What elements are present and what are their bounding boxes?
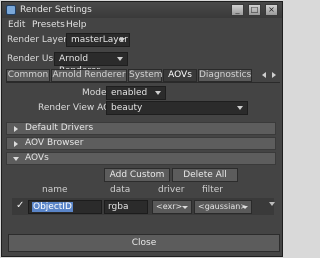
chevron-down-icon (155, 91, 161, 95)
maximize-button[interactable]: □ (248, 4, 261, 16)
tab-diagnostics[interactable]: Diagnostics (198, 69, 252, 82)
chevron-down-icon (119, 38, 125, 42)
column-header-data: data (110, 185, 131, 195)
aov-row: ✓ ObjectID rgba <exr> <gaussian> (12, 198, 275, 215)
mode-value: enabled (111, 88, 148, 98)
chevron-down-icon (117, 57, 123, 61)
menu-edit[interactable]: Edit (8, 20, 25, 30)
mode-label: Mode (82, 88, 107, 98)
aov-name-value: ObjectID (32, 202, 73, 212)
menu-help[interactable]: Help (66, 20, 87, 30)
aov-driver-dropdown[interactable]: <exr> (152, 200, 192, 214)
expand-arrow-icon (14, 126, 18, 132)
section-default-drivers[interactable]: Default Drivers (6, 122, 276, 135)
expand-arrow-icon (14, 141, 18, 147)
column-header-filter: filter (202, 185, 223, 195)
section-default-drivers-label: Default Drivers (25, 123, 94, 133)
section-aov-browser-label: AOV Browser (25, 138, 84, 148)
close-window-button[interactable]: × (265, 4, 278, 16)
section-aov-browser[interactable]: AOV Browser (6, 137, 276, 150)
tab-system[interactable]: System (128, 69, 163, 82)
mode-dropdown[interactable]: enabled (106, 86, 166, 100)
minimize-button[interactable]: _ (231, 4, 244, 16)
tab-scroll-left-icon[interactable] (262, 72, 266, 78)
add-custom-button[interactable]: Add Custom (104, 168, 170, 182)
window-title: Render Settings (20, 5, 92, 15)
render-using-dropdown[interactable]: Arnold Renderer (54, 52, 128, 76)
tab-bar: Common Arnold Renderer System AOVs Diagn… (6, 69, 280, 82)
chevron-down-icon (242, 206, 248, 209)
section-aovs[interactable]: AOVs (6, 152, 276, 165)
close-button[interactable]: Close (8, 234, 280, 252)
aov-filter-value: <gaussian> (198, 202, 247, 211)
aov-data-value: rgba (108, 202, 129, 212)
title-bar[interactable]: Render Settings _ □ × (2, 2, 282, 18)
checkmark-icon[interactable]: ✓ (16, 201, 26, 211)
tab-arnold-renderer[interactable]: Arnold Renderer (51, 69, 127, 82)
chevron-down-icon (182, 206, 188, 209)
tab-common[interactable]: Common (6, 69, 50, 82)
menu-presets[interactable]: Presets (32, 20, 65, 30)
render-view-aov-label: Render View AOV (38, 103, 117, 113)
section-aovs-label: AOVs (25, 153, 49, 163)
render-settings-window: Render Settings _ □ × Edit Presets Help … (1, 1, 283, 257)
chevron-down-icon (237, 106, 243, 110)
column-header-name: name (42, 185, 68, 195)
render-layer-dropdown[interactable]: masterLayer (66, 33, 130, 47)
delete-all-button[interactable]: Delete All (172, 168, 238, 182)
column-header-driver: driver (158, 185, 185, 195)
tab-aovs[interactable]: AOVs (163, 69, 197, 82)
menu-bar: Edit Presets Help (2, 18, 282, 32)
render-layer-label: Render Layer (7, 35, 67, 45)
aov-data-field[interactable]: rgba (104, 200, 148, 214)
aov-driver-value: <exr> (156, 202, 183, 211)
render-view-aov-value: beauty (111, 103, 143, 113)
row-menu-icon[interactable] (269, 202, 275, 206)
render-view-aov-dropdown[interactable]: beauty (106, 101, 248, 115)
tab-scroll-right-icon[interactable] (272, 72, 276, 78)
aov-name-field[interactable]: ObjectID (28, 200, 102, 214)
window-icon (6, 5, 16, 15)
aov-filter-dropdown[interactable]: <gaussian> (194, 200, 252, 214)
collapse-arrow-icon (13, 157, 19, 161)
